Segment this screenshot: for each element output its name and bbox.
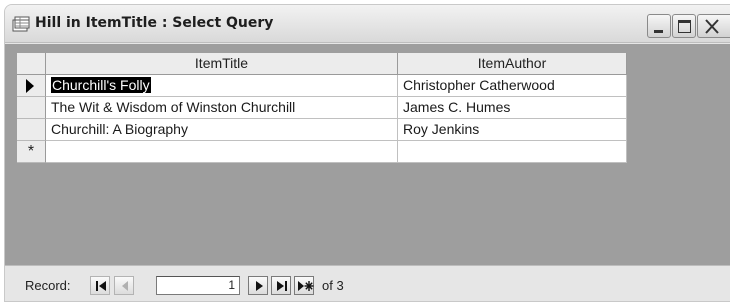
table-cell-itemtitle[interactable]: Churchill: A Biography xyxy=(46,119,398,141)
new-record-cell-itemtitle[interactable] xyxy=(46,141,398,163)
previous-record-button[interactable] xyxy=(114,276,134,295)
select-all-corner[interactable] xyxy=(17,53,46,75)
next-record-icon xyxy=(256,281,263,291)
query-window: Hill in ItemTitle : Select Query ItemTit… xyxy=(4,4,730,302)
row-selector[interactable] xyxy=(17,119,46,141)
datasheet: ItemTitle ItemAuthor Churchill's Folly C… xyxy=(5,44,730,265)
record-navigation-bar: Record: 1 of 3 xyxy=(5,265,730,301)
column-header-itemauthor[interactable]: ItemAuthor xyxy=(398,53,627,75)
title-bar[interactable]: Hill in ItemTitle : Select Query xyxy=(5,5,730,43)
first-record-icon xyxy=(96,281,106,291)
table-cell-itemauthor[interactable]: James C. Humes xyxy=(398,97,627,119)
close-button[interactable] xyxy=(697,14,730,38)
record-number-input[interactable]: 1 xyxy=(156,276,240,295)
query-icon xyxy=(12,16,30,32)
window-title: Hill in ItemTitle : Select Query xyxy=(35,15,274,31)
next-record-button[interactable] xyxy=(248,276,268,295)
column-header-itemtitle[interactable]: ItemTitle xyxy=(46,53,398,75)
close-icon xyxy=(705,19,719,34)
row-selector-current[interactable] xyxy=(17,75,46,97)
new-record-cell-itemauthor[interactable] xyxy=(398,141,627,163)
new-record-button[interactable] xyxy=(294,276,314,295)
last-record-button[interactable] xyxy=(271,276,291,295)
record-label: Record: xyxy=(25,278,71,293)
previous-record-icon xyxy=(122,281,128,291)
table-cell-itemauthor[interactable]: Roy Jenkins xyxy=(398,119,627,141)
maximize-icon xyxy=(678,20,691,33)
minimize-button[interactable] xyxy=(647,14,671,38)
first-record-button[interactable] xyxy=(90,276,110,295)
row-selector-new[interactable]: * xyxy=(17,141,46,163)
table-cell-itemtitle[interactable]: Churchill's Folly xyxy=(46,75,398,97)
new-record-icon xyxy=(298,281,314,291)
table-cell-itemtitle[interactable]: The Wit & Wisdom of Winston Churchill xyxy=(46,97,398,119)
maximize-button[interactable] xyxy=(672,14,696,38)
table-cell-itemauthor[interactable]: Christopher Catherwood xyxy=(398,75,627,97)
row-selector[interactable] xyxy=(17,97,46,119)
selected-cell-text: Churchill's Folly xyxy=(51,77,151,93)
minimize-icon xyxy=(654,30,663,33)
record-count: of 3 xyxy=(322,278,344,293)
current-record-arrow-icon xyxy=(26,79,34,93)
last-record-icon xyxy=(277,281,287,291)
